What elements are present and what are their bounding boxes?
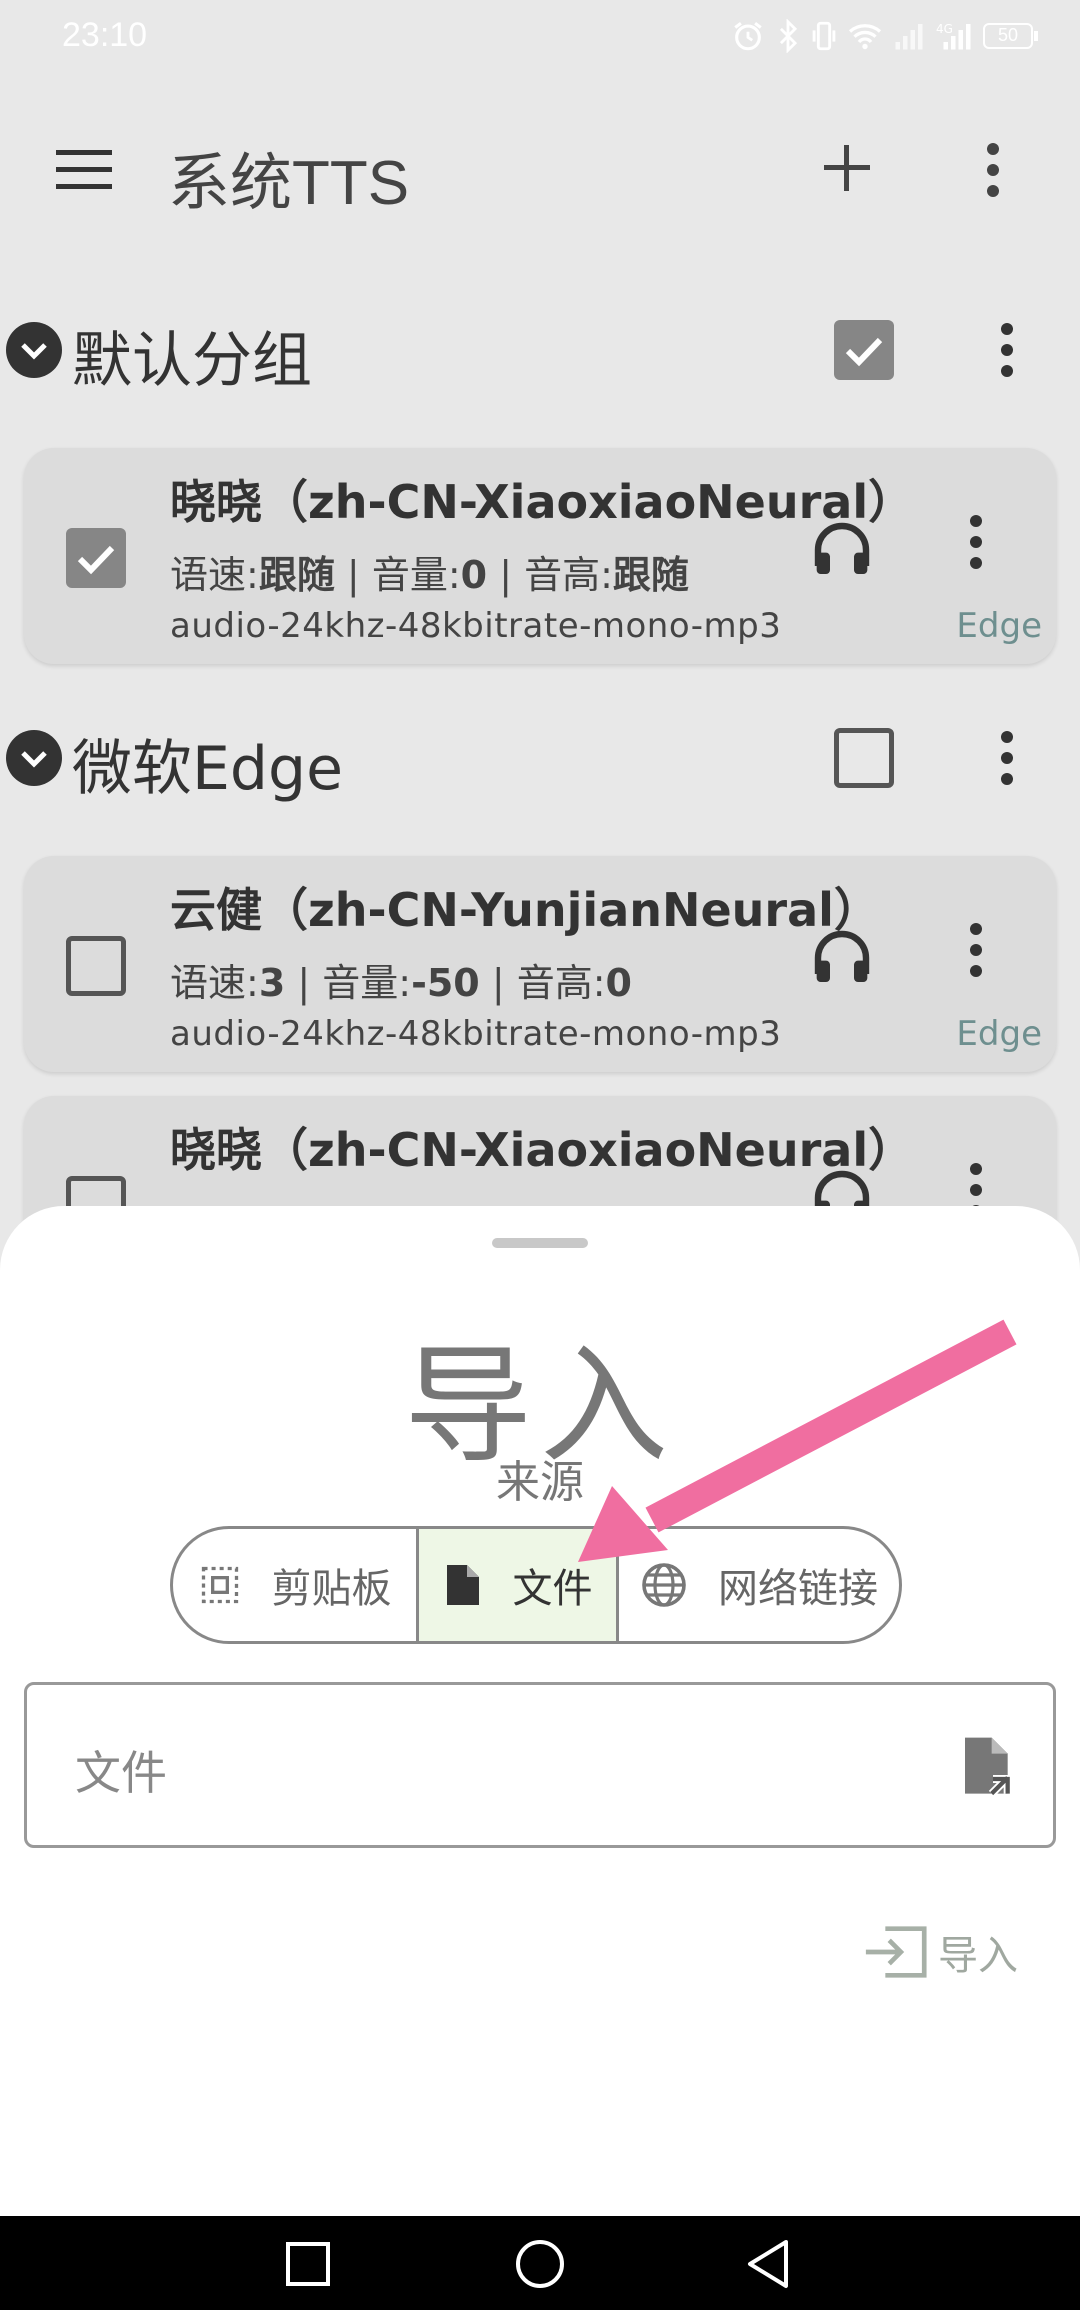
voice-checkbox-checked[interactable] — [66, 528, 126, 588]
more-vert-icon[interactable] — [968, 514, 984, 570]
voice-card[interactable]: 云健（zh-CN-YunjianNeural） 语速:3 | 音量:-50 | … — [24, 856, 1056, 1072]
source-clipboard-button[interactable]: 剪贴板 — [173, 1529, 416, 1641]
bluetooth-icon — [779, 19, 798, 53]
battery-icon: 50 — [983, 23, 1038, 49]
app-bar — [0, 100, 1080, 240]
voice-engine: Edge — [956, 1014, 1042, 1054]
group-header-edge[interactable]: 微软Edge — [0, 710, 1080, 810]
import-button-label: 导入 — [938, 1933, 1018, 1979]
voice-engine: Edge — [956, 606, 1042, 646]
navigation-bar — [0, 2216, 1080, 2310]
svg-text:4G: 4G — [936, 22, 953, 36]
voice-params: 语速:跟随 | 音量:0 | 音高:跟随 — [170, 553, 689, 597]
source-label: 来源 — [496, 1457, 584, 1508]
voice-card[interactable]: 晓晓（zh-CN-XiaoxiaoNeural） 语速:跟随 | 音量:0 | … — [24, 448, 1056, 664]
voice-params: 语速:3 | 音量:-50 | 音高:0 — [170, 961, 632, 1005]
voice-checkbox-unchecked[interactable] — [66, 936, 126, 996]
import-button[interactable]: 导入 — [862, 1912, 1018, 1992]
voice-name: 晓晓（zh-CN-XiaoxiaoNeural） — [170, 1123, 915, 1177]
more-vert-icon[interactable] — [999, 322, 1015, 378]
drag-handle[interactable] — [492, 1238, 588, 1248]
import-bottom-sheet[interactable]: 导入 来源 剪贴板 文件 网络链接 文件 导入 — [0, 1206, 1080, 2216]
source-segmented-control: 剪贴板 文件 网络链接 — [170, 1526, 902, 1644]
status-bar: 23:10 4G 50 — [0, 0, 1080, 80]
clipboard-icon — [201, 1566, 238, 1604]
source-label-text: 文件 — [512, 1566, 593, 1612]
file-open-icon[interactable] — [959, 1735, 1019, 1799]
headphones-icon[interactable] — [810, 518, 874, 582]
battery-level: 50 — [983, 23, 1033, 49]
wifi-icon — [848, 24, 882, 50]
more-vert-icon[interactable] — [985, 142, 1001, 198]
recents-icon[interactable] — [284, 2240, 332, 2288]
voice-name: 晓晓（zh-CN-XiaoxiaoNeural） — [170, 475, 915, 529]
status-time: 23:10 — [62, 16, 148, 54]
voice-name: 云健（zh-CN-YunjianNeural） — [170, 883, 880, 937]
file-icon — [446, 1565, 479, 1605]
voice-format: audio-24khz-48kbitrate-mono-mp3 — [170, 1014, 782, 1054]
file-placeholder: 文件 — [75, 1746, 167, 1800]
chevron-down-icon[interactable] — [6, 730, 62, 786]
import-icon — [865, 1926, 927, 1978]
voice-format: audio-24khz-48kbitrate-mono-mp3 — [170, 606, 782, 646]
home-icon[interactable] — [514, 2238, 566, 2290]
vibrate-icon — [812, 21, 836, 51]
chevron-down-icon[interactable] — [6, 322, 62, 378]
source-file-button[interactable]: 文件 — [416, 1529, 616, 1641]
source-label-text: 网络链接 — [718, 1566, 878, 1612]
file-input-field[interactable]: 文件 — [24, 1682, 1056, 1848]
more-vert-icon[interactable] — [968, 922, 984, 978]
group-title: 微软Edge — [72, 734, 343, 804]
signal-4g-icon: 4G — [936, 22, 971, 50]
group-title: 默认分组 — [72, 326, 312, 396]
add-icon[interactable] — [822, 143, 872, 193]
group-checkbox-checked[interactable] — [834, 320, 894, 380]
page-title: 系统TTS — [168, 149, 410, 218]
group-header-default[interactable]: 默认分组 — [0, 300, 1080, 400]
more-vert-icon[interactable] — [999, 730, 1015, 786]
signal-icon — [895, 24, 923, 50]
source-url-button[interactable]: 网络链接 — [616, 1529, 899, 1641]
back-icon[interactable] — [744, 2238, 792, 2290]
globe-icon — [642, 1563, 686, 1607]
alarm-icon — [734, 22, 762, 51]
menu-icon[interactable] — [56, 148, 112, 192]
source-label-text: 剪贴板 — [271, 1566, 392, 1612]
group-checkbox-unchecked[interactable] — [834, 728, 894, 788]
headphones-icon[interactable] — [810, 926, 874, 990]
